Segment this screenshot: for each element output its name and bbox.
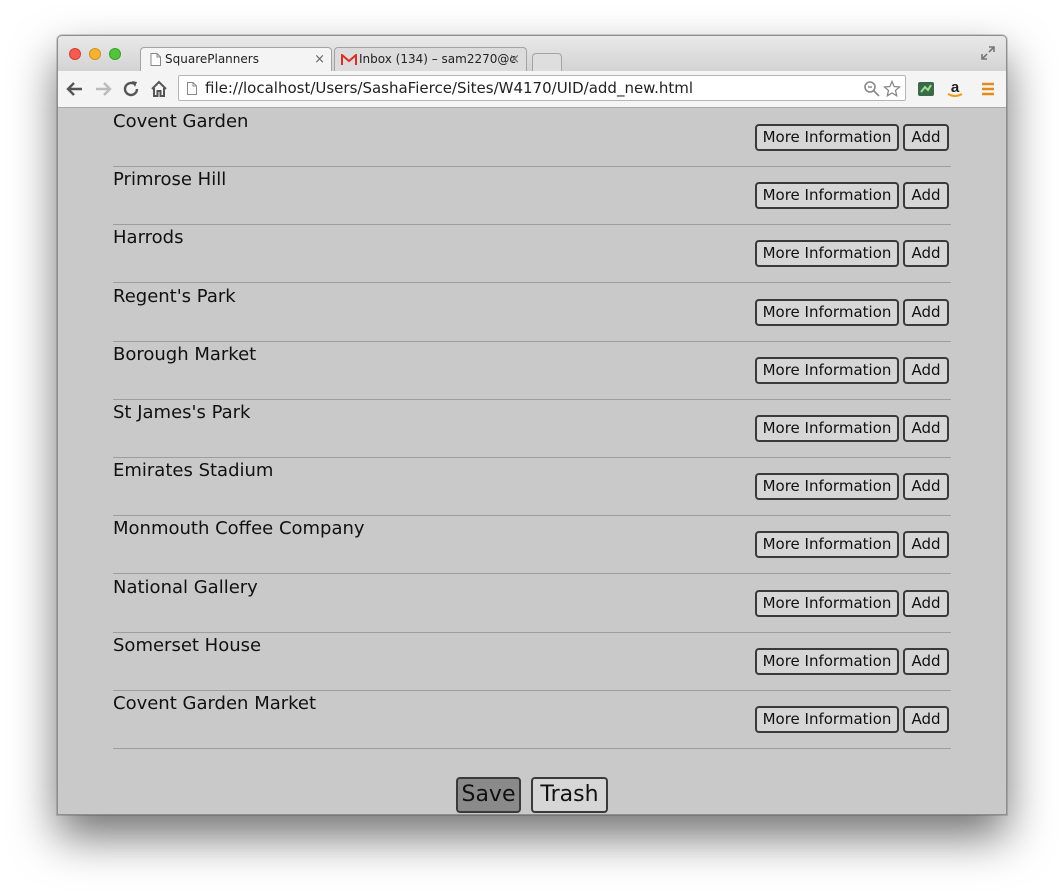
home-icon[interactable]: [149, 79, 169, 99]
add-button[interactable]: Add: [903, 240, 949, 268]
add-button[interactable]: Add: [903, 706, 949, 733]
back-arrow-icon[interactable]: [65, 79, 85, 99]
address-bar[interactable]: file://localhost/Users/SashaFierce/Sites…: [178, 75, 906, 101]
place-row: Primrose Hill More Information Add: [113, 166, 951, 226]
add-button[interactable]: Add: [903, 531, 949, 559]
place-name: Covent Garden Market: [113, 693, 317, 714]
browser-toolbar: file://localhost/Users/SashaFierce/Sites…: [58, 71, 1006, 108]
trash-button[interactable]: Trash: [531, 777, 608, 813]
place-name: Somerset House: [113, 634, 262, 656]
tab-title: SquarePlanners: [165, 52, 259, 66]
svg-text:a: a: [951, 79, 960, 96]
save-button[interactable]: Save: [456, 777, 521, 813]
more-information-button[interactable]: More Information: [755, 647, 899, 675]
tab-title: Inbox (134) – sam2270@c: [359, 52, 516, 66]
add-button[interactable]: Add: [903, 473, 949, 501]
amazon-icon[interactable]: a: [945, 79, 965, 99]
place-row: Harrods More Information Add: [113, 224, 951, 284]
place-row: National Gallery More Information Add: [113, 574, 951, 633]
page-icon: [150, 53, 161, 66]
more-information-button[interactable]: More Information: [755, 473, 899, 501]
bookmark-star-icon[interactable]: [883, 80, 901, 98]
place-name: Monmouth Coffee Company: [113, 518, 365, 540]
more-information-button[interactable]: More Information: [755, 589, 899, 617]
add-button[interactable]: Add: [903, 589, 949, 617]
place-name: Covent Garden: [113, 111, 249, 132]
window-minimize-button[interactable]: [89, 48, 101, 60]
place-name: Primrose Hill: [113, 169, 227, 191]
window-close-button[interactable]: [69, 48, 81, 60]
tab-inbox[interactable]: Inbox (134) – sam2270@c ×: [334, 47, 527, 71]
place-name: National Gallery: [113, 576, 258, 598]
browser-window: SquarePlanners × Inbox (134) – sam2270@c…: [57, 35, 1007, 815]
place-name: Regent's Park: [113, 285, 236, 307]
reload-icon[interactable]: [121, 79, 141, 99]
page-content: Covent Garden More Information Add Primrose…: [58, 108, 1006, 814]
menu-icon[interactable]: [978, 79, 998, 99]
place-row: Regent's Park More Information Add: [113, 283, 951, 342]
add-button[interactable]: Add: [903, 415, 949, 442]
place-row: Borough Market More Information Add: [113, 341, 951, 400]
more-information-button[interactable]: More Information: [755, 706, 899, 733]
place-name: Borough Market: [113, 343, 257, 365]
page-icon: [187, 82, 197, 95]
more-information-button[interactable]: More Information: [755, 531, 899, 559]
url-text: file://localhost/Users/SashaFierce/Sites…: [205, 79, 694, 97]
tab-squareplanners[interactable]: SquarePlanners ×: [140, 47, 332, 71]
tab-strip: SquarePlanners × Inbox (134) – sam2270@c…: [58, 36, 1006, 71]
more-information-button[interactable]: More Information: [755, 415, 899, 442]
more-information-button[interactable]: More Information: [755, 240, 899, 268]
add-button[interactable]: Add: [903, 647, 949, 675]
more-information-button[interactable]: More Information: [755, 356, 899, 384]
add-button[interactable]: Add: [903, 356, 949, 384]
place-name: Emirates Stadium: [113, 460, 274, 482]
place-row: Covent Garden Market More Information Add: [113, 690, 951, 749]
place-row: Covent Garden More Information Add: [113, 108, 951, 167]
fullscreen-icon[interactable]: [980, 45, 996, 61]
more-information-button[interactable]: More Information: [755, 124, 899, 151]
place-row: Monmouth Coffee Company More Information A…: [113, 515, 951, 575]
more-information-button[interactable]: More Information: [755, 182, 899, 210]
extension-icon[interactable]: [916, 79, 936, 99]
place-name: St James's Park: [113, 402, 251, 423]
place-row: St James's Park More Information Add: [113, 399, 951, 458]
gmail-icon: [341, 54, 357, 65]
add-button[interactable]: Add: [903, 182, 949, 210]
more-information-button[interactable]: More Information: [755, 298, 899, 326]
place-name: Harrods: [113, 227, 184, 249]
add-button[interactable]: Add: [903, 298, 949, 326]
tab-close-icon[interactable]: ×: [314, 48, 325, 71]
zoom-icon[interactable]: [863, 80, 881, 98]
add-button[interactable]: Add: [903, 124, 949, 151]
window-maximize-button[interactable]: [109, 48, 121, 60]
tab-close-icon[interactable]: ×: [509, 48, 520, 71]
place-row: Somerset House More Information Add: [113, 632, 951, 691]
new-tab-button[interactable]: [532, 53, 562, 71]
place-row: Emirates Stadium More Information Add: [113, 457, 951, 517]
forward-arrow-icon[interactable]: [93, 79, 113, 99]
